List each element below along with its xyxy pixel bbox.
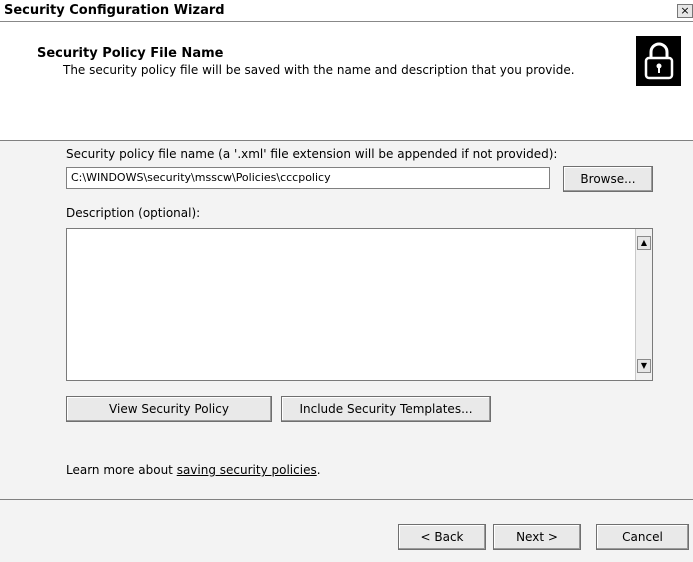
view-security-policy-button[interactable]: View Security Policy — [66, 396, 272, 422]
saving-security-policies-link[interactable]: saving security policies — [177, 463, 317, 477]
close-icon: × — [680, 4, 690, 17]
close-button[interactable]: × — [677, 4, 693, 18]
learn-more-text: Learn more about saving security policie… — [66, 463, 321, 477]
scroll-up-icon[interactable]: ▲ — [637, 236, 651, 250]
include-security-templates-button[interactable]: Include Security Templates... — [281, 396, 491, 422]
scroll-down-icon[interactable]: ▼ — [637, 359, 651, 373]
description-scrollbar[interactable]: ▲ ▼ — [635, 229, 652, 380]
wizard-header: Security Policy File Name The security p… — [0, 22, 693, 141]
cancel-button[interactable]: Cancel — [596, 524, 689, 550]
lock-icon — [636, 36, 681, 86]
window-title: Security Configuration Wizard — [4, 3, 225, 18]
filename-input[interactable]: C:\WINDOWS\security\msscw\Policies\cccpo… — [66, 167, 550, 189]
learn-more-prefix: Learn more about — [66, 463, 177, 477]
page-title: Security Policy File Name — [37, 46, 224, 61]
page-subtitle: The security policy file will be saved w… — [63, 63, 575, 77]
next-button[interactable]: Next > — [493, 524, 581, 550]
wizard-footer — [0, 499, 693, 562]
learn-more-suffix: . — [316, 463, 321, 477]
title-bar: Security Configuration Wizard × — [0, 0, 693, 22]
description-label: Description (optional): — [66, 206, 201, 220]
back-button[interactable]: < Back — [398, 524, 486, 550]
description-textarea[interactable]: ▲ ▼ — [66, 228, 653, 381]
filename-label: Security policy file name (a '.xml' file… — [66, 147, 558, 161]
browse-button[interactable]: Browse... — [563, 166, 653, 192]
